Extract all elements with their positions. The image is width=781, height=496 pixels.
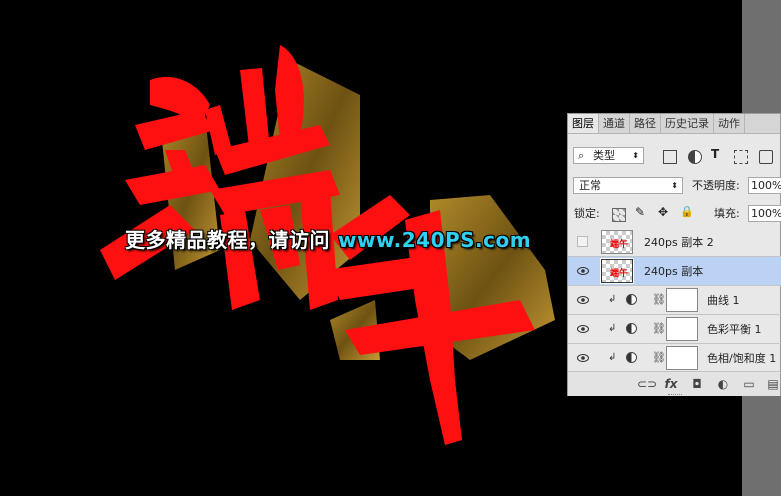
layer-thumbnail: 端午 <box>600 258 634 284</box>
clip-arrow-icon: ↲ <box>608 294 617 305</box>
adjustment-layer-row[interactable]: ↲ ⛓ 色彩平衡 1 <box>568 315 781 344</box>
image-icon[interactable] <box>663 150 677 164</box>
layer-name: 色彩平衡 1 <box>707 323 762 336</box>
panel-footer: ⊂⊃ fx ◘ ◐ ▭ ▤ <box>568 371 780 396</box>
layer-mask-thumbnail <box>666 288 698 312</box>
adjustment-icon <box>626 323 637 334</box>
lock-icon[interactable]: 🔒 <box>680 206 694 218</box>
fill-label: 填充: <box>714 207 740 220</box>
clip-arrow-icon: ↲ <box>608 323 617 334</box>
shape-icon[interactable] <box>734 150 748 164</box>
chain-icon[interactable]: ⛓ <box>652 293 666 306</box>
eye-icon[interactable] <box>577 353 589 363</box>
blend-mode-select[interactable]: 正常 ⬍ <box>573 177 683 194</box>
new-layer-icon[interactable]: ▤ <box>766 377 780 391</box>
opacity-label: 不透明度: <box>692 179 740 192</box>
eye-icon[interactable] <box>577 266 589 276</box>
eye-icon[interactable] <box>577 324 589 334</box>
layer-mask-thumbnail <box>666 346 698 370</box>
chevron-down-icon: ⬍ <box>632 151 639 160</box>
layer-thumbnail: 端午 <box>601 230 633 254</box>
layer-name: 240ps 副本 <box>644 265 704 278</box>
layer-filter-value: 类型 <box>593 149 615 162</box>
smart-object-icon[interactable] <box>759 150 773 164</box>
lock-transparency-icon[interactable] <box>612 208 626 222</box>
thumb-text: 端午 <box>610 240 629 250</box>
chevron-down-icon: ⬍ <box>671 181 678 190</box>
layer-row[interactable]: 端午 240ps 副本 2 <box>568 228 781 257</box>
layer-name: 曲线 1 <box>707 294 740 307</box>
layer-mask-thumbnail <box>666 317 698 341</box>
chain-icon[interactable]: ⛓ <box>652 351 666 364</box>
layer-filter-select[interactable]: ⌕ 类型 ⬍ <box>573 147 644 164</box>
search-icon: ⌕ <box>578 149 585 162</box>
tab-layers[interactable]: 图层 <box>568 114 599 133</box>
clip-arrow-icon: ↲ <box>608 352 617 363</box>
fx-icon[interactable]: fx <box>664 377 678 391</box>
eye-icon[interactable] <box>577 295 589 305</box>
mask-icon[interactable]: ◘ <box>690 377 704 391</box>
layer-row-selected[interactable]: 端午 240ps 副本 <box>568 257 781 286</box>
tab-actions[interactable]: 动作 <box>714 114 745 133</box>
adjustment-icon <box>626 352 637 363</box>
blend-mode-value: 正常 <box>579 179 601 192</box>
opacity-field[interactable]: 100% <box>748 177 781 194</box>
type-icon[interactable]: T <box>711 148 723 160</box>
watermark-text: 更多精品教程，请访问 <box>125 228 330 252</box>
lock-label: 锁定: <box>574 207 600 220</box>
tab-paths[interactable]: 路径 <box>630 114 661 133</box>
folder-icon[interactable]: ▭ <box>742 377 756 391</box>
link-icon[interactable]: ⊂⊃ <box>637 377 657 391</box>
tab-history[interactable]: 历史记录 <box>661 114 714 133</box>
adjustment-icon[interactable] <box>688 150 702 164</box>
watermark-url: www.240PS.com <box>338 228 532 252</box>
fill-field[interactable]: 100% <box>748 205 781 222</box>
thumb-text: 端午 <box>610 269 629 279</box>
watermark: 更多精品教程，请访问 www.240PS.com <box>125 224 531 253</box>
adjustment-layer-row[interactable]: ↲ ⛓ 曲线 1 <box>568 286 781 315</box>
adjustment-layer-row[interactable]: ↲ ⛓ 色相/饱和度 1 <box>568 344 781 373</box>
move-icon[interactable]: ✥ <box>658 206 670 218</box>
adjustment-icon <box>626 294 637 305</box>
brush-icon[interactable]: ✎ <box>635 206 647 218</box>
adjustment-layer-icon[interactable]: ◐ <box>716 377 730 391</box>
layer-name: 240ps 副本 2 <box>644 236 714 249</box>
layers-panel: 图层 通道 路径 历史记录 动作 ⌕ 类型 ⬍ T 正常 ⬍ 不透明度: 100… <box>567 113 781 396</box>
panel-tabs: 图层 通道 路径 历史记录 动作 <box>568 114 780 134</box>
visibility-toggle[interactable] <box>577 236 588 247</box>
tab-channels[interactable]: 通道 <box>599 114 630 133</box>
layer-name: 色相/饱和度 1 <box>707 352 777 365</box>
chain-icon[interactable]: ⛓ <box>652 322 666 335</box>
resize-grip[interactable] <box>668 394 682 397</box>
